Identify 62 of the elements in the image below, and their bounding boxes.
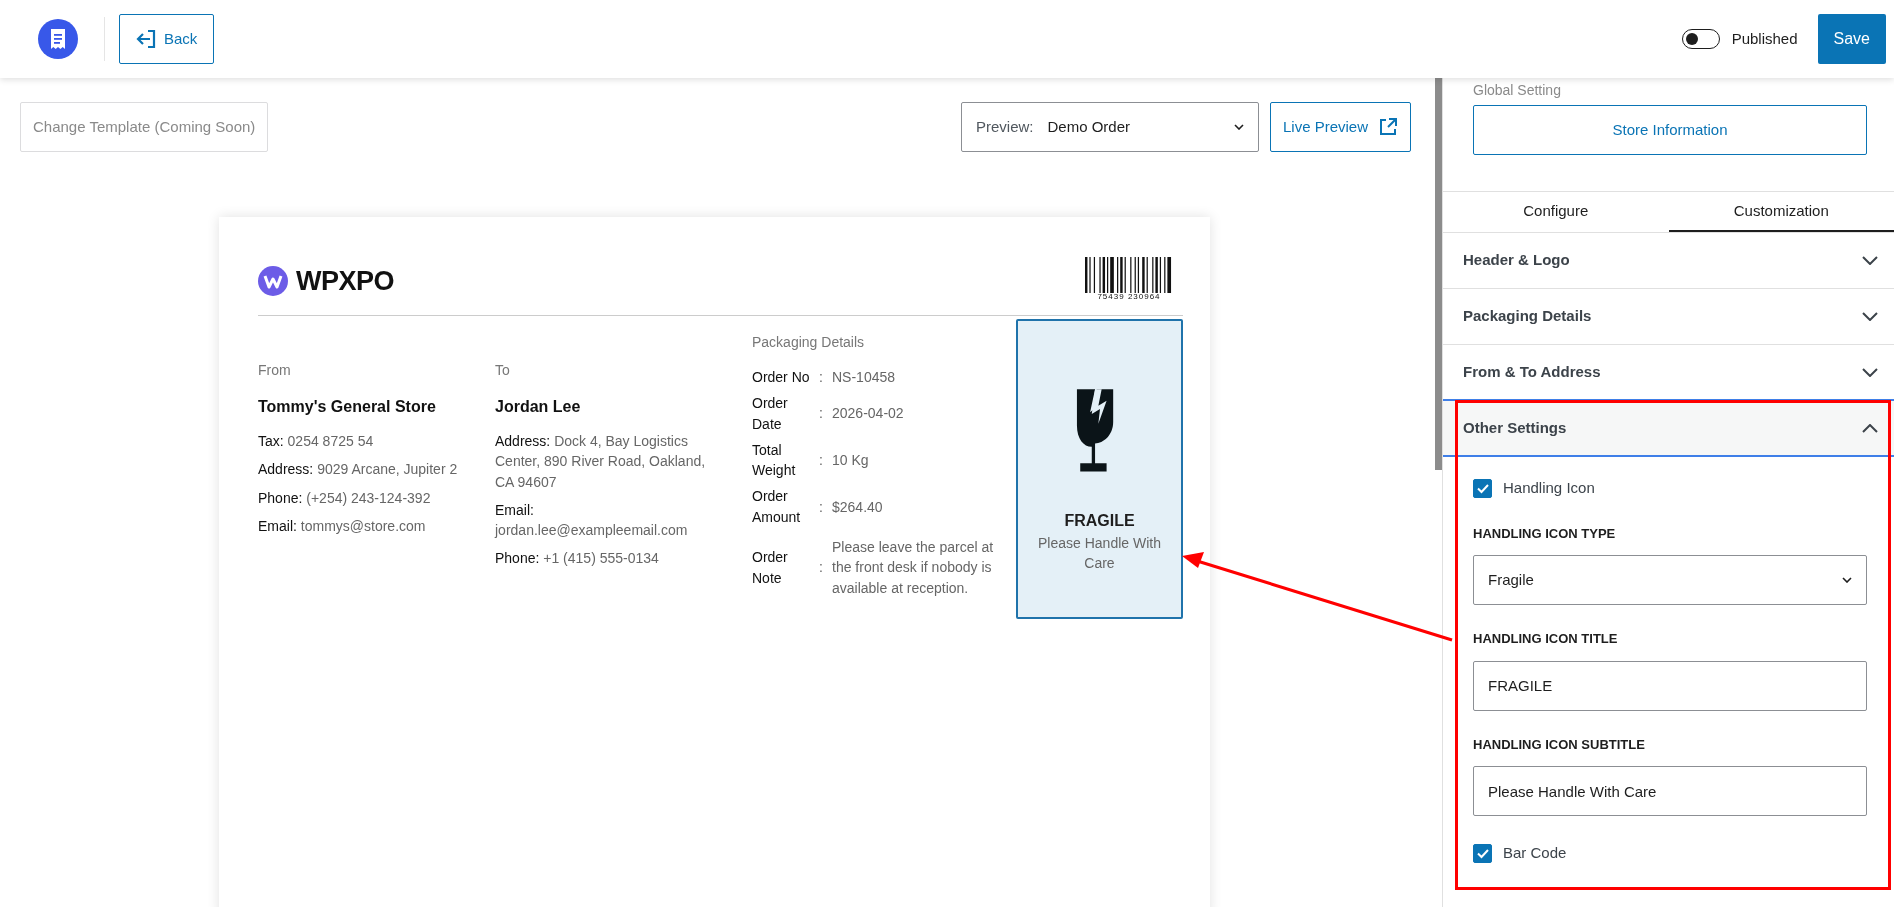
back-button[interactable]: Back (119, 14, 215, 64)
section-heading: Packaging Details (752, 333, 866, 352)
detail-label: Total Weight (752, 440, 797, 481)
address-line: Email: jordan.lee@exampleemail.com (495, 500, 689, 541)
field-label: HANDLING ICON TITLE (1473, 630, 1619, 648)
address-line: Address: 9029 Arcane, Jupiter 2 (258, 460, 459, 480)
address-line: Email: tommys@store.com (258, 516, 427, 536)
chevron-up-icon (1862, 423, 1878, 433)
save-button[interactable]: Save (1817, 14, 1886, 64)
colon: : (818, 451, 824, 471)
party-name: Jordan Lee (495, 397, 582, 417)
address-line: Tax: 0254 8725 54 (258, 432, 375, 451)
checkbox[interactable] (1473, 478, 1492, 498)
party-name: Tommy's General Store (258, 397, 437, 417)
colon: : (818, 558, 824, 578)
chevron-down-icon (1862, 312, 1878, 321)
chevron-down-icon (1862, 256, 1878, 265)
handling-subtitle: Please Handle With Care (1037, 534, 1162, 574)
publish-toggle[interactable] (1681, 29, 1720, 49)
detail-value: 10 Kg (832, 451, 870, 471)
caret-icon (1233, 124, 1244, 130)
toggle-label: Published (1731, 28, 1798, 49)
checkbox[interactable] (1473, 843, 1492, 863)
detail-value: Please leave the parcel at the front desk if nobody is available at reception. (832, 538, 995, 598)
section-heading: Global Setting (1472, 81, 1562, 100)
logo-icon (258, 265, 288, 296)
scroll-bar[interactable] (1435, 78, 1442, 470)
receipt-icon (38, 19, 78, 59)
change-template-button[interactable]: Change Template (Coming Soon) (20, 102, 269, 152)
caret-icon (1842, 577, 1852, 583)
back-arrow-icon (136, 28, 156, 50)
input-field[interactable]: FRAGILE (1473, 660, 1867, 711)
address-line: Address: Dock 4, Bay Logistics Center, 890 River Road, Oakland, CA 94607 (495, 432, 707, 492)
detail-value: NS-10458 (832, 368, 897, 387)
detail-label: Order No (752, 368, 810, 387)
chevron-down-icon (1862, 367, 1878, 377)
address-line: Phone: +1 (415) 555-0134 (495, 549, 660, 569)
barcode-number: 75439 230964 (1097, 293, 1161, 301)
detail-value: $264.40 (832, 497, 884, 517)
input-field[interactable]: Please Handle With Care (1473, 766, 1867, 816)
field-label: HANDLING ICON SUBTITLE (1473, 735, 1646, 754)
external-link-icon (1378, 117, 1398, 137)
accordion-header[interactable]: Other Settings (1443, 401, 1894, 457)
preview-dropdown[interactable]: Preview: Demo Order (960, 102, 1259, 152)
store-information-button[interactable]: Store Information (1473, 105, 1867, 155)
checkbox-label: Bar Code (1503, 843, 1567, 863)
address-line: Phone: (+254) 243-124-392 (258, 488, 432, 508)
brand-name: WPXPO (296, 264, 394, 298)
handling-title: FRAGILE (1064, 511, 1135, 531)
section-heading: To (495, 361, 511, 380)
detail-value: 2026-04-02 (832, 404, 905, 424)
colon: : (818, 368, 824, 387)
checkbox-label: Handling Icon (1503, 478, 1595, 498)
live-preview-button[interactable]: Live Preview (1269, 102, 1411, 152)
detail-label: Order Amount (752, 487, 802, 527)
dropdown-field[interactable]: Fragile (1473, 555, 1867, 605)
detail-label: Order Note (752, 548, 789, 588)
detail-label: Order Date (752, 394, 789, 434)
section-heading: From (258, 361, 292, 380)
colon: : (818, 497, 824, 517)
field-label: HANDLING ICON TYPE (1473, 524, 1617, 543)
colon: : (818, 404, 824, 424)
